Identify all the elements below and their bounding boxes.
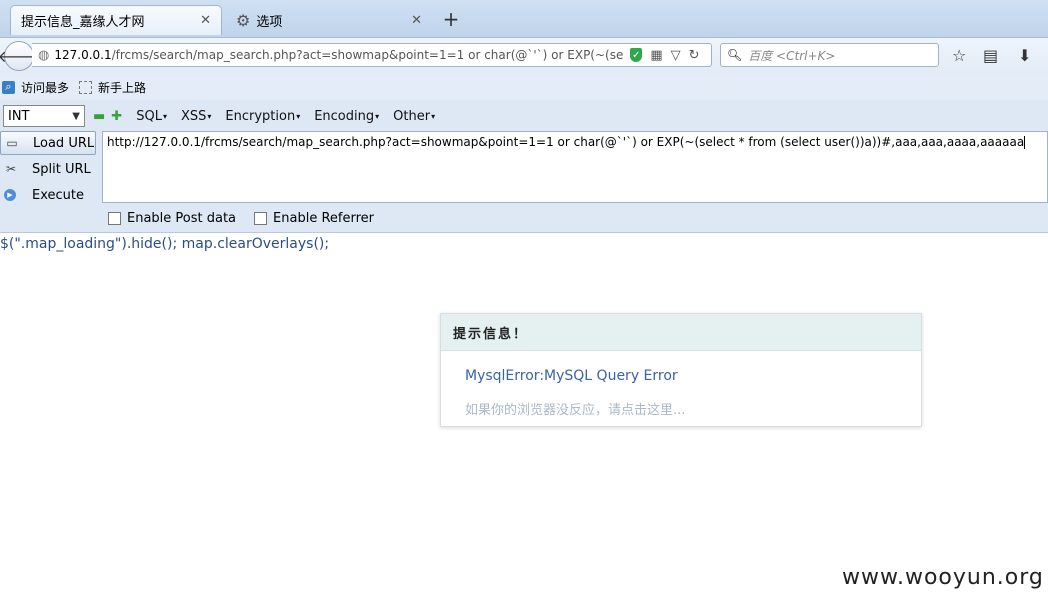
watermark: www.wooyun.org: [842, 565, 1044, 590]
reading-list-icon[interactable]: ▤: [983, 46, 998, 65]
enable-post-label: Enable Post data: [127, 211, 237, 226]
close-icon[interactable]: ✕: [411, 13, 422, 28]
navigation-bar: 🡐 ◍ 127.0.0.1/frcms/search/map_search.ph…: [0, 37, 1048, 74]
error-message-link[interactable]: MysqlError:MySQL Query Error: [465, 368, 678, 384]
dropdown-arrow-icon: ▾: [296, 111, 301, 121]
enable-referrer-label: Enable Referrer: [273, 211, 374, 226]
load-icon: ▭: [6, 136, 18, 150]
menu-label: Encryption: [225, 108, 296, 124]
menu-other[interactable]: Other▾: [393, 109, 435, 124]
menu-label: Encoding: [314, 108, 375, 124]
dropdown-arrow-icon: ▾: [431, 111, 436, 121]
dropdown-arrow-icon: ▾: [375, 111, 380, 121]
execute-button[interactable]: ▶ Execute: [0, 183, 100, 207]
tab-title: 选项: [256, 14, 283, 30]
increment-icon[interactable]: ✚: [111, 109, 122, 124]
url-path: /frcms/search/map_search.php?act=showmap…: [111, 48, 625, 62]
menu-encryption[interactable]: Encryption▾: [225, 109, 300, 124]
star-icon[interactable]: ☆: [952, 46, 966, 65]
menu-label: XSS: [180, 108, 207, 124]
back-button[interactable]: 🡐: [0, 41, 40, 71]
address-bar[interactable]: ◍ 127.0.0.1/frcms/search/map_search.php?…: [32, 43, 712, 67]
bookmarks-bar: ⌕ 访问最多 新手上路: [0, 74, 1048, 100]
enable-post-checkbox[interactable]: [108, 212, 121, 225]
scissors-icon: ✂: [5, 162, 17, 176]
menu-sql[interactable]: SQL▾: [136, 109, 167, 124]
type-select-value: INT: [8, 108, 30, 124]
shield-icon[interactable]: ✓: [630, 48, 643, 62]
tab-title: 提示信息_嘉缘人才网: [21, 15, 145, 30]
menu-encoding[interactable]: Encoding▾: [314, 109, 379, 124]
gear-icon: ⚙: [236, 10, 251, 30]
hackbar-toolbar: INT ▼ ▬ ✚ SQL▾ XSS▾ Encryption▾ Encoding…: [0, 103, 1048, 129]
search-placeholder: 百度 <Ctrl+K>: [748, 48, 836, 63]
redirect-hint-link[interactable]: 如果你的浏览器没反应，请点击这里...: [465, 399, 685, 418]
message-dialog: 提示信息！ MysqlError:MySQL Query Error 如果你的浏…: [440, 313, 922, 427]
bookmark-blue-icon: ⌕: [2, 80, 15, 94]
chevron-down-icon: ▼: [72, 110, 80, 122]
bookmark-getting-started[interactable]: 新手上路: [79, 79, 146, 96]
split-url-label: Split URL: [32, 161, 91, 177]
bookmark-label: 新手上路: [98, 80, 147, 95]
dropdown-arrow-icon: ▾: [162, 111, 167, 121]
reload-icon[interactable]: ↻: [689, 48, 700, 63]
hackbar-url-input[interactable]: http://127.0.0.1/frcms/search/map_search…: [102, 131, 1048, 203]
hackbar-url-text: http://127.0.0.1/frcms/search/map_search…: [107, 135, 1025, 149]
hackbar-options: Enable Post data Enable Referrer: [108, 211, 392, 226]
enable-referrer-option[interactable]: Enable Referrer: [254, 211, 374, 226]
dialog-title: 提示信息！: [441, 314, 921, 351]
enable-referrer-checkbox[interactable]: [254, 212, 268, 225]
hackbar-actions: ▭ Load URL ✂ Split URL ▶ Execute: [0, 131, 100, 209]
menu-label: Other: [393, 108, 431, 124]
split-url-button[interactable]: ✂ Split URL: [0, 157, 100, 181]
bookmark-most-visited[interactable]: ⌕ 访问最多: [2, 79, 69, 96]
dropdown-arrow-icon[interactable]: ▽: [671, 48, 681, 63]
tab-options[interactable]: ⚙ 选项 ✕: [226, 5, 432, 35]
menu-label: SQL: [136, 108, 162, 124]
enable-post-option[interactable]: Enable Post data: [108, 211, 236, 226]
decrement-icon[interactable]: ▬: [93, 109, 105, 124]
page-script-text: $(".map_loading").hide(); map.clearOverl…: [0, 236, 330, 252]
qr-code-icon[interactable]: ▦: [650, 48, 662, 63]
bookmark-label: 访问最多: [21, 80, 70, 95]
bookmark-dashed-icon: [79, 80, 93, 94]
tab-strip: 提示信息_嘉缘人才网 ✕ ⚙ 选项 ✕ +: [0, 0, 1048, 38]
hackbar-panel: INT ▼ ▬ ✚ SQL▾ XSS▾ Encryption▾ Encoding…: [0, 100, 1048, 233]
dropdown-arrow-icon: ▾: [207, 111, 212, 121]
search-box[interactable]: 🔍︎ 百度 <Ctrl+K>: [720, 43, 939, 67]
url-text[interactable]: 127.0.0.1/frcms/search/map_search.php?ac…: [54, 48, 624, 62]
load-url-button[interactable]: ▭ Load URL: [0, 131, 96, 155]
new-tab-button[interactable]: +: [440, 7, 462, 31]
url-host: 127.0.0.1: [54, 48, 112, 62]
play-icon: ▶: [4, 189, 16, 201]
type-select[interactable]: INT ▼: [3, 105, 85, 127]
tab-page[interactable]: 提示信息_嘉缘人才网 ✕: [10, 5, 222, 35]
execute-label: Execute: [32, 187, 84, 203]
download-icon[interactable]: ⬇: [1018, 46, 1031, 65]
load-url-label: Load URL: [33, 135, 95, 151]
menu-xss[interactable]: XSS▾: [181, 109, 211, 124]
close-icon[interactable]: ✕: [200, 13, 211, 28]
search-icon: 🔍︎: [727, 48, 743, 62]
globe-icon: ◍: [38, 47, 50, 63]
text-caret: [1024, 136, 1026, 149]
